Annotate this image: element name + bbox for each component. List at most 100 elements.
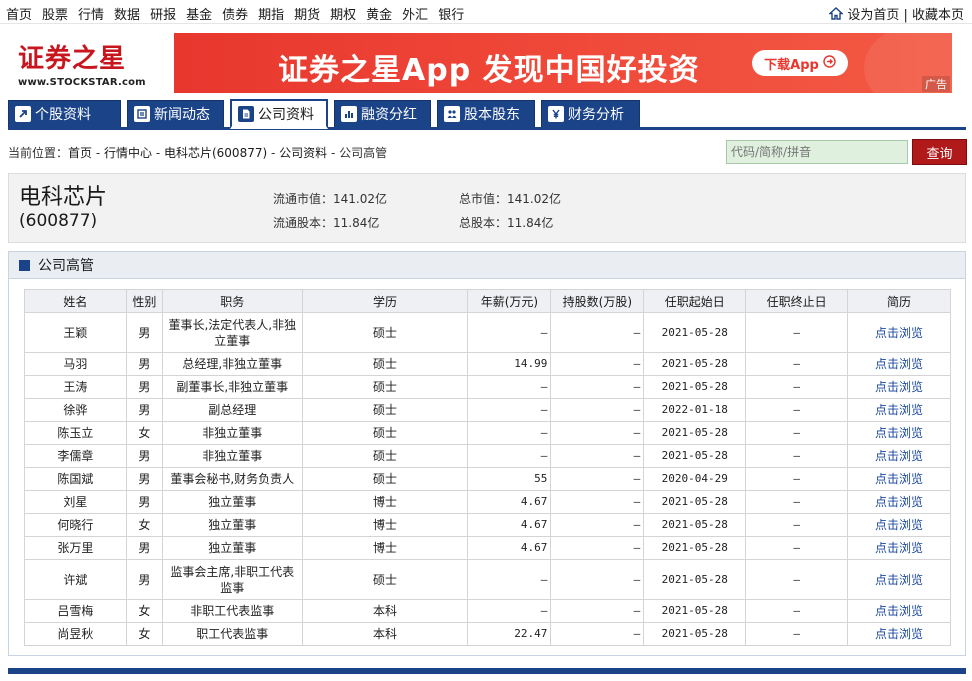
set-homepage-link[interactable]: 设为首页 | 收藏本页 — [847, 4, 964, 23]
table-row: 陈国斌男董事会秘书,财务负责人 硕士 55—2020-04-29— 点击浏览 — [24, 467, 951, 491]
table-cell: 马羽 — [24, 352, 127, 376]
top-nav-link[interactable]: 外汇 — [402, 4, 428, 23]
breadcrumb-item[interactable]: 首页 — [68, 146, 92, 160]
table-cell: 男 — [125, 352, 163, 376]
table-cell: — — [467, 599, 552, 623]
top-nav-link[interactable]: 行情 — [78, 4, 104, 23]
table-cell: — — [467, 444, 552, 468]
table-row: 陈玉立女非独立董事 硕士 — —2021-05-28— 点击浏览 — [24, 421, 951, 445]
top-nav: 首页 股票 行情 数据 研报 基金 债券 期指 期货 期权 黄金 外汇 银行 设为首页 | 收藏本页 — [0, 0, 972, 24]
column-header: 任职起始日 — [643, 289, 747, 313]
panel-title: 公司高管 — [38, 258, 94, 274]
app-banner[interactable]: 证券之星App 发现中国好投资 下载App 广告 — [174, 33, 952, 93]
resume-link[interactable]: 点击浏览 — [847, 559, 951, 600]
resume-link[interactable]: 点击浏览 — [847, 622, 951, 646]
search-input[interactable] — [726, 140, 908, 164]
table-cell: 硕士 — [301, 467, 469, 491]
table-cell: 2021-05-28 — [643, 513, 747, 537]
column-header: 姓名 — [24, 289, 127, 313]
breadcrumb-prefix: 当前位置： — [8, 146, 69, 160]
table-cell: 监事会主席,非职工代表监事 — [161, 559, 303, 600]
table-cell: — — [745, 444, 849, 468]
banner-text: 证券之星App 发现中国好投资 — [278, 53, 700, 88]
table-cell: 4.67 — [467, 513, 552, 537]
table-cell: — — [745, 467, 849, 491]
resume-link[interactable]: 点击浏览 — [847, 398, 951, 422]
top-nav-link[interactable]: 期权 — [330, 4, 356, 23]
news-icon — [134, 106, 150, 122]
table-cell: — — [745, 398, 849, 422]
resume-link[interactable]: 点击浏览 — [847, 352, 951, 376]
table-cell: 女 — [125, 599, 163, 623]
table-row: 李儒章男非独立董事 硕士 — —2021-05-28— 点击浏览 — [24, 444, 951, 468]
resume-link[interactable]: 点击浏览 — [847, 490, 951, 514]
table-cell: — — [745, 536, 849, 560]
table-cell: 董事会秘书,财务负责人 — [161, 467, 303, 491]
table-cell: 吕雪梅 — [24, 599, 127, 623]
table-cell: 男 — [125, 312, 163, 353]
table-cell: 2021-05-28 — [643, 421, 747, 445]
top-nav-link[interactable]: 基金 — [186, 4, 212, 23]
tab-4[interactable]: 股本股东 — [437, 100, 535, 127]
tab-label: 股本股东 — [464, 107, 520, 123]
resume-link[interactable]: 点击浏览 — [847, 513, 951, 537]
table-cell: 博士 — [301, 490, 469, 514]
top-nav-link[interactable]: 首页 — [6, 4, 32, 23]
breadcrumb-item[interactable]: 行情中心 — [104, 146, 152, 160]
top-nav-link[interactable]: 黄金 — [366, 4, 392, 23]
table-cell: 2020-04-29 — [643, 467, 747, 491]
top-nav-link[interactable]: 研报 — [150, 4, 176, 23]
table-cell: — — [745, 312, 849, 353]
table-cell: — — [745, 622, 849, 646]
table-cell: 2021-05-28 — [643, 559, 747, 600]
top-nav-link[interactable]: 期指 — [258, 4, 284, 23]
tab-label: 融资分红 — [361, 107, 417, 123]
arrow-icon — [15, 106, 31, 122]
table-cell: 陈玉立 — [24, 421, 127, 445]
table-cell: — — [550, 513, 645, 537]
download-app-button[interactable]: 下载App — [752, 50, 848, 76]
top-nav-link[interactable]: 期货 — [294, 4, 320, 23]
table-cell: — — [745, 599, 849, 623]
top-nav-link[interactable]: 债券 — [222, 4, 248, 23]
resume-link[interactable]: 点击浏览 — [847, 421, 951, 445]
tab-2[interactable]: 公司资料 — [230, 99, 328, 129]
column-header: 持股数(万股) — [550, 289, 645, 313]
table-cell: — — [745, 352, 849, 376]
resume-link[interactable]: 点击浏览 — [847, 536, 951, 560]
top-nav-link[interactable]: 数据 — [114, 4, 140, 23]
table-cell: 22.47 — [467, 622, 552, 646]
table-cell: 2021-05-28 — [643, 312, 747, 353]
table-row: 许斌男监事会主席,非职工代表监事 硕士 — —2021-05-28— 点击浏览 — [24, 559, 951, 600]
search-button[interactable]: 查询 — [912, 139, 967, 165]
table-cell: — — [745, 375, 849, 399]
table-cell: — — [467, 421, 552, 445]
resume-link[interactable]: 点击浏览 — [847, 467, 951, 491]
table-cell: 职工代表监事 — [161, 622, 303, 646]
breadcrumb: 当前位置：首页 - 行情中心 - 电科芯片(600877) - 公司资料 - 公… — [8, 144, 387, 161]
square-icon — [19, 259, 30, 271]
stockstar-logo[interactable]: 证券之星 www.STOCKSTAR.com — [18, 38, 148, 88]
breadcrumb-item[interactable]: 公司资料 — [279, 146, 327, 160]
resume-link[interactable]: 点击浏览 — [847, 312, 951, 353]
table-cell: 本科 — [301, 622, 469, 646]
table-cell: — — [550, 444, 645, 468]
resume-link[interactable]: 点击浏览 — [847, 599, 951, 623]
total-shares: 总股本：11.84亿 — [459, 216, 554, 230]
tab-0[interactable]: 个股资料 — [8, 100, 121, 127]
top-nav-link[interactable]: 银行 — [438, 4, 464, 23]
table-cell: — — [550, 622, 645, 646]
resume-link[interactable]: 点击浏览 — [847, 444, 951, 468]
executives-table: 姓名 性别 职务 学历 年薪(万元) 持股数(万股) 任职起始日 任职终止日 简历 王颖男董事长… — [24, 289, 951, 646]
table-row: 王颖男董事长,法定代表人,非独立董事 硕士 — —2021-05-28— 点击浏览 — [24, 312, 951, 353]
table-cell: 男 — [125, 490, 163, 514]
top-nav-link[interactable]: 股票 — [42, 4, 68, 23]
breadcrumb-item[interactable]: 电科芯片(600877) — [164, 146, 267, 160]
column-header: 简历 — [847, 289, 951, 313]
tab-1[interactable]: 新闻动态 — [127, 100, 224, 127]
tab-3[interactable]: 融资分红 — [334, 100, 431, 127]
resume-link[interactable]: 点击浏览 — [847, 375, 951, 399]
table-cell: — — [550, 467, 645, 491]
total-market-value: 总市值：141.02亿 — [459, 192, 562, 206]
tab-5[interactable]: 财务分析 — [541, 100, 640, 127]
